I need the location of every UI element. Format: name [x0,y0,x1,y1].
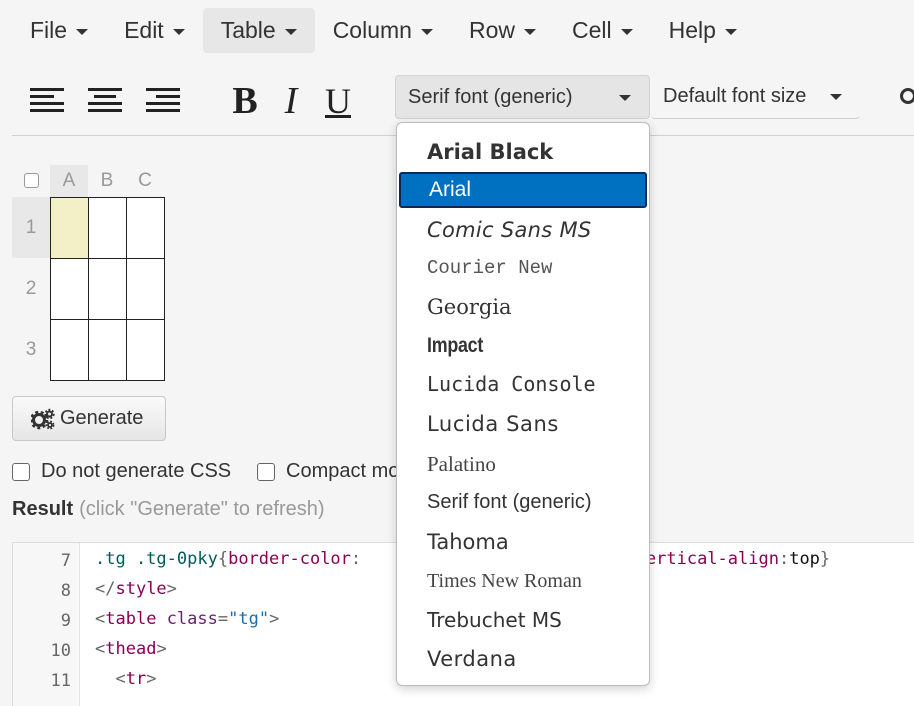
column-header-b[interactable]: B [88,165,126,197]
compact-checkbox[interactable] [257,462,275,481]
row-header-2[interactable]: 2 [12,258,50,319]
select-all-checkbox[interactable] [24,173,39,188]
font-size-select[interactable]: Default font size [651,75,860,119]
chevron-down-icon [76,29,89,35]
bold-button[interactable]: B [228,80,262,122]
table-row [50,319,165,381]
cell-b3[interactable] [88,319,127,381]
code-line: <tr> [115,669,157,689]
cell-a3[interactable] [50,319,89,381]
line-number: 11 [50,671,71,691]
row-header-3[interactable]: 3 [12,319,50,380]
line-number: 7 [60,551,71,571]
cell-c3[interactable] [126,319,165,381]
chevron-down-icon [420,29,433,35]
underline-button[interactable]: U [320,80,356,122]
font-option-lucida-sans[interactable]: Lucida Sans [427,406,559,442]
code-line: </style> [95,579,177,599]
menu-row[interactable]: Row [451,8,554,53]
menu-column[interactable]: Column [315,8,451,53]
font-family-select[interactable]: Serif font (generic) [395,75,650,119]
font-option-trebuchet[interactable]: Trebuchet MS [427,602,562,638]
cell-c1[interactable] [126,197,165,259]
cell-b1[interactable] [88,197,127,259]
italic-button[interactable]: I [277,80,305,122]
menu-bar: File Edit Table Column Row Cell Help [12,8,755,53]
line-number: 10 [50,641,71,661]
code-line: <table class="tg"> [95,609,280,629]
align-left-icon[interactable] [30,86,64,116]
font-option-palatino[interactable]: Palatino [427,446,496,482]
menu-edit[interactable]: Edit [106,8,203,53]
table-grid [50,197,165,381]
generate-button[interactable]: Generate [12,396,166,441]
chevron-down-icon [619,95,631,101]
line-number: 9 [60,611,71,631]
cell-b2[interactable] [88,258,127,320]
font-option-times-new-roman[interactable]: Times New Roman [427,563,582,599]
align-right-icon[interactable] [146,86,180,116]
cell-a2[interactable] [50,258,89,320]
option-compact: Compact mo [257,460,399,483]
font-option-arial[interactable]: Arial [399,172,647,208]
font-option-georgia[interactable]: Georgia [427,289,512,325]
font-option-verdana[interactable]: Verdana [427,641,517,677]
gears-icon [31,408,55,429]
cell-c2[interactable] [126,258,165,320]
row-header-1[interactable]: 1 [12,197,50,258]
chevron-down-icon [284,29,297,35]
align-center-icon[interactable] [88,86,122,116]
table-row [50,258,165,320]
column-header-a[interactable]: A [50,165,88,197]
chevron-down-icon [523,29,536,35]
table-row [50,197,165,259]
column-header-c[interactable]: C [126,165,164,197]
chevron-down-icon [724,29,737,35]
menu-cell[interactable]: Cell [554,8,651,53]
code-line: <thead> [95,639,167,659]
chevron-down-icon [830,94,842,100]
menu-help[interactable]: Help [651,8,755,53]
menu-table[interactable]: Table [202,8,315,53]
result-heading: Result (click "Generate" to refresh) [12,498,325,520]
font-option-impact[interactable]: Impact [427,328,483,364]
chevron-down-icon [620,29,633,35]
font-option-lucida-console[interactable]: Lucida Console [427,366,596,402]
line-number: 8 [60,581,71,601]
line-number-gutter: 7 8 9 10 11 [13,543,80,706]
chevron-down-icon [172,29,185,35]
font-option-arial-black[interactable]: Arial Black [427,134,553,170]
font-family-dropdown: Arial Black Arial Comic Sans MS Courier … [396,122,650,686]
link-icon[interactable] [900,88,914,104]
option-no-css: Do not generate CSS [12,460,231,483]
no-css-checkbox[interactable] [12,462,30,481]
font-option-tahoma[interactable]: Tahoma [427,524,509,560]
font-option-comic-sans[interactable]: Comic Sans MS [427,212,592,248]
font-option-serif-generic[interactable]: Serif font (generic) [427,484,592,520]
cell-a1[interactable] [50,197,89,259]
menu-file[interactable]: File [12,8,106,53]
font-option-courier-new[interactable]: Courier New [427,250,552,286]
